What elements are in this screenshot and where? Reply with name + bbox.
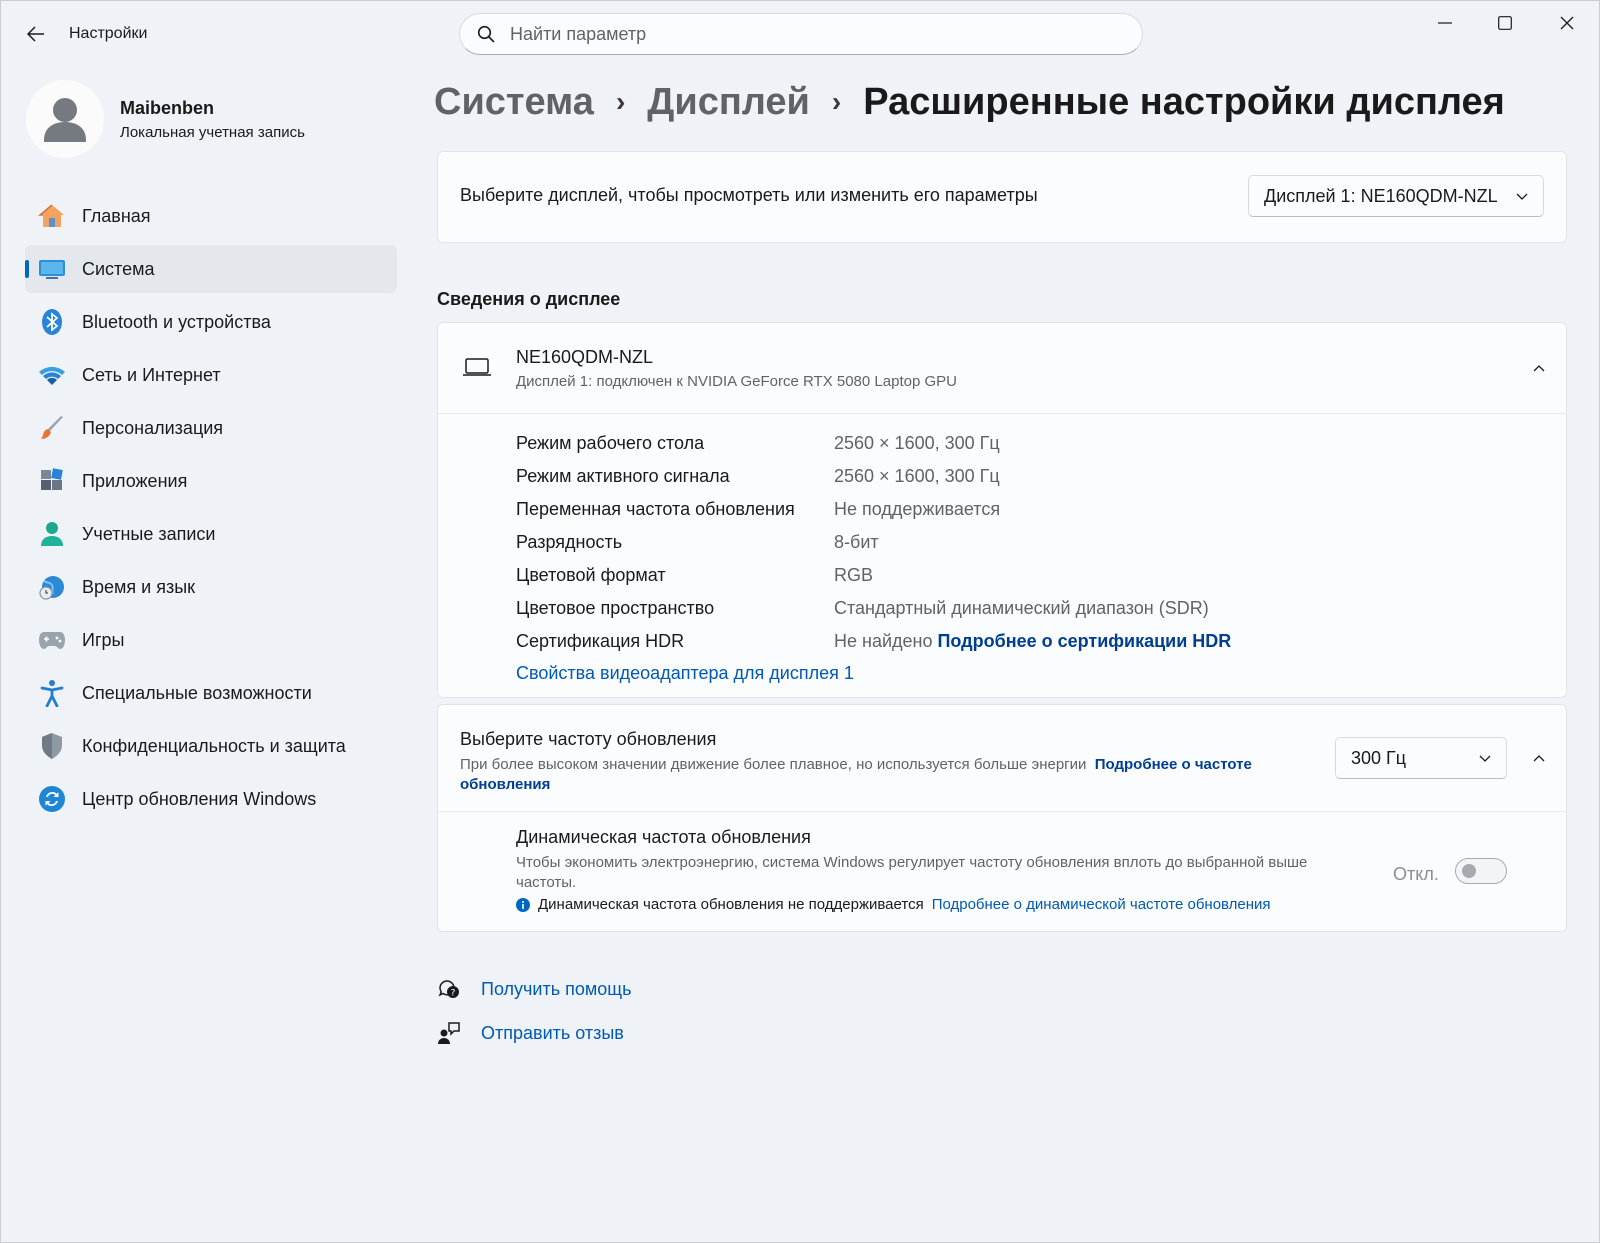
arrow-left-icon	[27, 26, 44, 42]
send-feedback-link[interactable]: Отправить отзыв	[437, 1021, 624, 1045]
spec-row: Цветовое пространство Стандартный динами…	[516, 598, 1209, 618]
spec-row: Режим активного сигнала 2560 × 1600, 300…	[516, 466, 1000, 486]
search-input[interactable]	[510, 23, 1110, 45]
adapter-properties-link[interactable]: Свойства видеоадаптера для дисплея 1	[516, 663, 854, 684]
spec-row: Разрядность 8-бит	[516, 532, 879, 552]
wifi-icon	[37, 360, 67, 390]
dynamic-refresh-title: Динамическая частота обновления	[516, 827, 811, 847]
chevron-right-icon: ›	[615, 86, 626, 117]
chevron-right-icon: ›	[831, 86, 842, 117]
sidebar-item-personalization[interactable]: Персонализация	[25, 404, 397, 452]
chevron-down-icon	[1479, 755, 1491, 762]
sidebar-item-system[interactable]: Система	[25, 245, 397, 293]
display-select-card: Выберите дисплей, чтобы просмотреть или …	[437, 151, 1567, 243]
apps-icon	[37, 466, 67, 496]
maximize-button[interactable]	[1477, 5, 1533, 41]
gamepad-icon	[37, 625, 67, 655]
search-box[interactable]	[459, 13, 1143, 55]
spec-row: Переменная частота обновления Не поддерж…	[516, 499, 1001, 519]
chevron-down-icon	[1516, 193, 1528, 200]
dynamic-refresh-description: Чтобы экономить электроэнергию, система …	[516, 854, 1308, 891]
toggle-knob	[1462, 864, 1476, 878]
sidebar-item-network[interactable]: Сеть и Интернет	[25, 351, 397, 399]
display-dropdown[interactable]: Дисплей 1: NE160QDM-NZL	[1248, 175, 1544, 217]
refresh-rate-title: Выберите частоту обновления	[460, 729, 717, 749]
person-icon	[37, 519, 67, 549]
spec-row: Сертификация HDR Не найдено Подробнее о …	[516, 631, 1232, 652]
feedback-icon	[437, 1021, 461, 1045]
refresh-rate-card: Выберите частоту обновления При более вы…	[437, 704, 1567, 932]
spec-row: Режим рабочего стола 2560 × 1600, 300 Гц	[516, 433, 1000, 453]
bluetooth-icon	[37, 307, 67, 337]
laptop-icon	[463, 358, 491, 376]
svg-text:?: ?	[451, 989, 456, 999]
sidebar-item-apps[interactable]: Приложения	[25, 457, 397, 505]
dynamic-refresh-toggle[interactable]	[1455, 858, 1507, 884]
system-display-icon	[37, 254, 67, 284]
profile-account-type: Локальная учетная запись	[120, 123, 305, 141]
app-title: Настройки	[69, 25, 148, 42]
display-connection: Дисплей 1: подключен к NVIDIA GeForce RT…	[516, 373, 957, 390]
sidebar-item-accessibility[interactable]: Специальные возможности	[25, 669, 397, 717]
minimize-button[interactable]	[1417, 5, 1473, 41]
shield-icon	[37, 731, 67, 761]
chevron-up-icon	[1533, 365, 1545, 372]
refresh-rate-description: При более высоком значении движение боле…	[460, 756, 1252, 793]
sidebar-item-windows-update[interactable]: Центр обновления Windows	[25, 775, 397, 823]
sidebar-nav: Главная Система Bluetooth и устройства С…	[25, 192, 397, 828]
settings-window: Настройки Maibenben Локальная учетная	[0, 0, 1600, 1243]
close-button[interactable]	[1539, 5, 1595, 41]
minimize-icon	[1438, 22, 1452, 24]
section-title-display-info: Сведения о дисплее	[437, 289, 621, 309]
search-icon	[476, 24, 496, 44]
profile-name: Maibenben	[120, 97, 215, 118]
sidebar-item-home[interactable]: Главная	[25, 192, 397, 240]
close-icon	[1560, 16, 1574, 30]
collapse-display-info-button[interactable]	[1524, 353, 1554, 383]
display-spec-list: Режим рабочего стола 2560 × 1600, 300 Гц…	[516, 427, 1231, 658]
brush-icon	[37, 413, 67, 443]
refresh-rate-header: Выберите частоту обновления При более вы…	[438, 705, 1566, 812]
title-bar: Настройки	[1, 1, 1599, 69]
chevron-up-icon	[1533, 755, 1545, 762]
sidebar-item-bluetooth[interactable]: Bluetooth и устройства	[25, 298, 397, 346]
breadcrumb-system[interactable]: Система	[434, 81, 594, 124]
dynamic-refresh-note: Динамическая частота обновления не подде…	[516, 896, 1271, 913]
hdr-certification-link[interactable]: Подробнее о сертификации HDR	[937, 631, 1231, 652]
page-title: Расширенные настройки дисплея	[863, 80, 1505, 123]
sidebar-item-gaming[interactable]: Игры	[25, 616, 397, 664]
spec-row: Цветовой формат RGB	[516, 565, 874, 585]
display-name: NE160QDM-NZL	[516, 347, 654, 367]
maximize-icon	[1498, 16, 1512, 30]
breadcrumb-display[interactable]: Дисплей	[647, 81, 810, 124]
breadcrumb: Система › Дисплей › Расширенные настройк…	[434, 77, 1505, 127]
globe-clock-icon	[37, 572, 67, 602]
display-select-label: Выберите дисплей, чтобы просмотреть или …	[460, 185, 1038, 205]
back-button[interactable]	[21, 19, 51, 49]
refresh-rate-dropdown[interactable]: 300 Гц	[1335, 737, 1507, 779]
windows-update-icon	[37, 784, 67, 814]
accessibility-icon	[37, 678, 67, 708]
dynamic-refresh-learn-more-link[interactable]: Подробнее о динамической частоте обновле…	[932, 896, 1271, 913]
get-help-link[interactable]: ? Получить помощь	[437, 977, 631, 1001]
sidebar-item-accounts[interactable]: Учетные записи	[25, 510, 397, 558]
sidebar-item-time-language[interactable]: Время и язык	[25, 563, 397, 611]
user-avatar-icon	[44, 98, 86, 142]
display-info-header[interactable]: NE160QDM-NZL Дисплей 1: подключен к NVID…	[438, 323, 1566, 414]
collapse-refresh-rate-button[interactable]	[1524, 743, 1554, 773]
home-icon	[37, 201, 67, 231]
sidebar-item-privacy[interactable]: Конфиденциальность и защита	[25, 722, 397, 770]
info-icon	[516, 897, 530, 912]
dynamic-refresh-toggle-state: Откл.	[1393, 864, 1439, 884]
display-info-card: NE160QDM-NZL Дисплей 1: подключен к NVID…	[437, 322, 1567, 698]
help-chat-icon: ?	[437, 977, 461, 1001]
user-profile[interactable]: Maibenben Локальная учетная запись	[26, 79, 305, 159]
avatar	[26, 80, 104, 158]
